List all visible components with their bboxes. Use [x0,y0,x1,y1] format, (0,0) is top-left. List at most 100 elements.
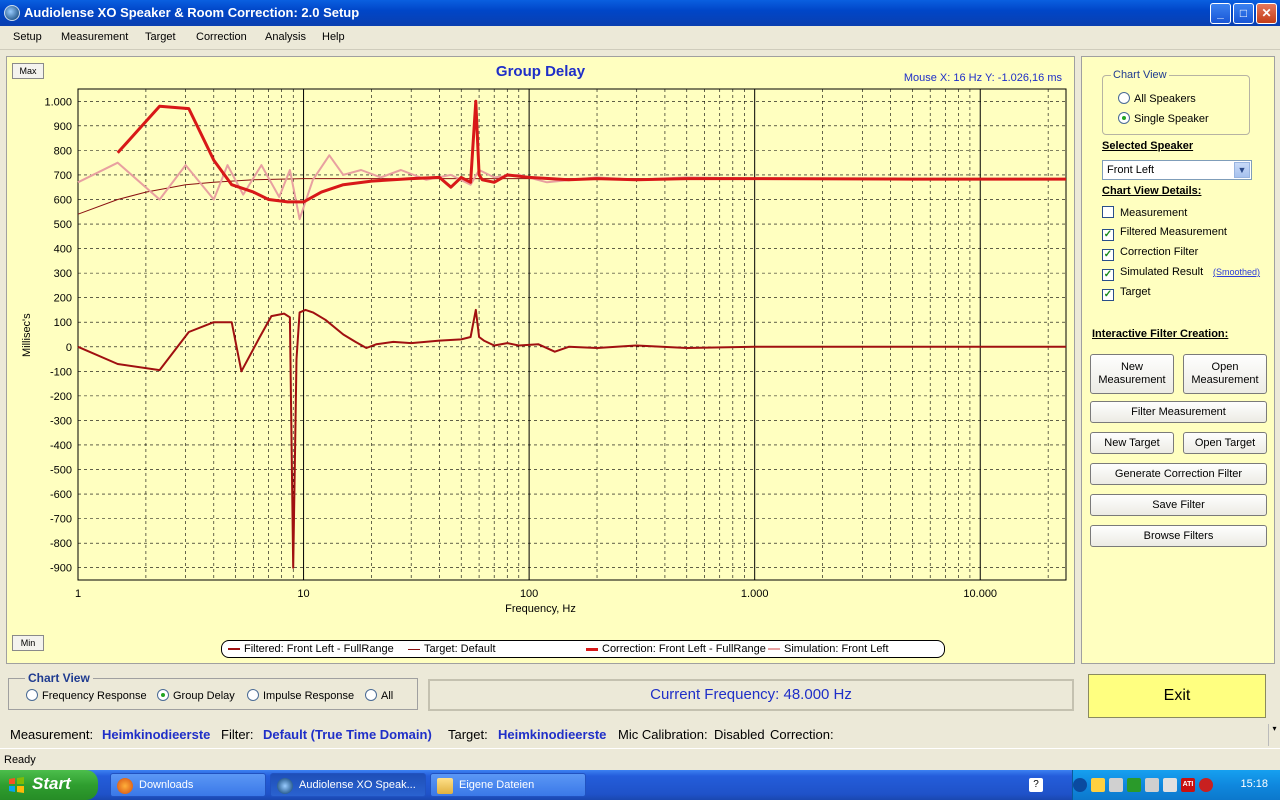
legend-item-filtered: Filtered: Front Left - FullRange [228,643,394,655]
tray-app-icon[interactable] [1109,778,1123,792]
browse-filters-button[interactable]: Browse Filters [1090,525,1267,547]
legend-item-correction: Correction: Front Left - FullRange [586,643,766,655]
speaker-select[interactable]: Front Left ▼ [1102,160,1252,180]
chevron-left-icon[interactable] [1073,778,1087,792]
measurement-label: Measurement: [10,727,94,742]
bottom-chart-view-group: Chart View Frequency Response Group Dela… [8,671,418,710]
menu-measurement[interactable]: Measurement [61,31,128,43]
filter-value: Default (True Time Domain) [263,727,432,742]
bottom-controls: Chart View Frequency Response Group Dela… [0,668,1280,720]
x-axis-label: Frequency, Hz [505,603,576,615]
network-icon[interactable] [1163,778,1177,792]
radio-circle-selected [1118,112,1130,124]
y-tick-label: -500 [50,465,72,477]
windows-flag-icon [9,777,24,793]
resize-grip-icon[interactable]: ▾ [1268,724,1280,746]
radio-single-speaker[interactable]: Single Speaker [1118,112,1209,125]
check-target[interactable]: ✓ Target [1102,286,1151,301]
y-tick-label: 200 [54,293,72,305]
legend-item-simulation: Simulation: Front Left [768,643,889,655]
task-eigene-dateien[interactable]: Eigene Dateien [430,773,586,797]
check-measurement[interactable]: Measurement [1102,206,1187,219]
check-correction-filter[interactable]: ✓ Correction Filter [1102,246,1198,261]
y-tick-label: -400 [50,440,72,452]
start-button[interactable]: Start [0,770,98,800]
radio-impulse-response[interactable]: Impulse Response [247,689,354,702]
interactive-filter-heading: Interactive Filter Creation: [1092,328,1229,340]
open-measurement-button[interactable]: Open Measurement [1183,354,1267,394]
y-tick-label: 500 [54,219,72,231]
chart-panel: 1.000 900 800 700 600 500 400 300 200 100 0 -100 -20… [6,56,1075,664]
menu-setup[interactable]: Setup [13,31,42,43]
radio-all-speakers[interactable]: All Speakers [1118,92,1196,105]
ati-icon[interactable]: ATI [1181,778,1195,792]
help-icon[interactable]: ? [1029,778,1043,792]
mouse-readout: Mouse X: 16 Hz Y: -1.026,16 ms [903,72,1062,84]
x-tick-label: 1 [75,588,81,600]
bottom-chart-view-legend: Chart View [25,671,93,685]
maximize-button[interactable]: □ [1233,3,1254,24]
y-tick-label: -100 [50,366,72,378]
exit-button[interactable]: Exit [1088,674,1266,718]
y-tick-label: -800 [50,538,72,550]
system-tray: ? ATI 15:18 [1029,770,1280,800]
plot-area [77,88,1067,581]
firefox-icon [117,778,133,794]
check-filtered-measurement[interactable]: ✓ Filtered Measurement [1102,226,1227,241]
min-button[interactable]: Min [12,635,44,651]
new-measurement-button[interactable]: New Measurement [1090,354,1174,394]
chevron-down-icon[interactable]: ▼ [1234,162,1250,178]
y-tick-label: -900 [50,563,72,575]
y-tick-label: 300 [54,268,72,280]
radio-circle [247,689,259,701]
close-button[interactable]: ✕ [1256,3,1277,24]
title-bar: Audiolense XO Speaker & Room Correction:… [0,0,1280,26]
target-label: Target: [448,727,488,742]
shield-icon[interactable] [1127,778,1141,792]
new-target-button[interactable]: New Target [1090,432,1174,454]
radio-circle [365,689,377,701]
task-audiolense[interactable]: Audiolense XO Speak... [270,773,426,797]
radio-all[interactable]: All [365,689,393,702]
save-filter-button[interactable]: Save Filter [1090,494,1267,516]
chart-view-legend: Chart View [1111,69,1169,81]
smoothed-link[interactable]: (Smoothed) [1213,267,1260,277]
mic-calibration-label: Mic Calibration: [618,727,708,742]
tray-app-icon[interactable] [1091,778,1105,792]
check-simulated-result[interactable]: ✓ Simulated Result [1102,266,1203,281]
y-tick-label: -300 [50,415,72,427]
radio-circle [26,689,38,701]
menu-correction[interactable]: Correction [196,31,247,43]
y-tick-label: 800 [54,145,72,157]
legend-item-target: Target: Default [408,643,496,655]
selected-speaker-heading: Selected Speaker [1102,140,1194,152]
y-tick-label: -600 [50,489,72,501]
x-tick-label: 10.000 [963,588,997,600]
checkmark-icon: ✓ [1102,269,1114,281]
status-bar: Ready [0,748,1280,770]
info-strip: Measurement: Heimkinodieerste Filter: De… [0,724,1268,746]
menu-target[interactable]: Target [145,31,176,43]
security-alert-icon[interactable] [1199,778,1213,792]
generate-correction-filter-button[interactable]: Generate Correction Filter [1090,463,1267,485]
y-tick-label: 700 [54,170,72,182]
menu-help[interactable]: Help [322,31,345,43]
radio-frequency-response[interactable]: Frequency Response [26,689,147,702]
y-tick-label: -200 [50,391,72,403]
checkmark-icon: ✓ [1102,289,1114,301]
folder-icon [437,778,453,794]
minimize-button[interactable]: _ [1210,3,1231,24]
radio-circle [1118,92,1130,104]
mic-calibration-value: Disabled [714,727,765,742]
radio-group-delay[interactable]: Group Delay [157,689,235,702]
measurement-value: Heimkinodieerste [102,727,211,742]
open-target-button[interactable]: Open Target [1183,432,1267,454]
window-title: Audiolense XO Speaker & Room Correction:… [24,5,360,20]
filter-measurement-button[interactable]: Filter Measurement [1090,401,1267,423]
speaker-icon[interactable] [1145,778,1159,792]
filter-label: Filter: [221,727,254,742]
menu-analysis[interactable]: Analysis [265,31,306,43]
status-text: Ready [4,754,36,766]
group-delay-chart[interactable]: 1.000 900 800 700 600 500 400 300 200 100 0 -100 -20… [7,57,1076,665]
task-downloads[interactable]: Downloads [110,773,266,797]
